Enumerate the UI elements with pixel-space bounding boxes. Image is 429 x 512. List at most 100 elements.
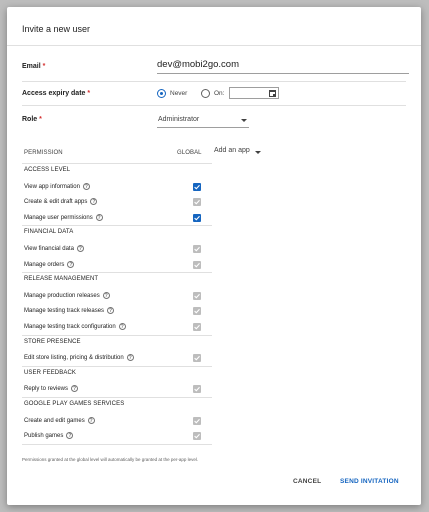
access-expiry-label-text: Access expiry date <box>22 90 86 97</box>
permission-label: Publish games <box>24 433 64 440</box>
permission-row: Manage orders? <box>24 260 75 268</box>
email-label-text: Email <box>22 63 41 70</box>
global-permission-checkbox-disabled <box>193 416 201 425</box>
permission-row: Manage user permissions? <box>24 213 103 221</box>
check-icon <box>194 324 200 330</box>
permission-label: Reply to reviews <box>24 386 69 393</box>
role-label: Role * <box>22 116 42 123</box>
permission-label: View financial data <box>24 246 74 253</box>
global-permission-checkbox-disabled <box>193 291 201 300</box>
required-mark: * <box>39 116 42 123</box>
permission-column-header: PERMISSION <box>24 150 63 156</box>
permission-label: Manage orders <box>24 261 65 268</box>
chevron-down-icon[interactable] <box>255 151 261 154</box>
check-icon <box>194 246 200 252</box>
access-expiry-label: Access expiry date * <box>22 90 90 97</box>
email-field-underline <box>157 73 409 74</box>
permission-label: Edit store listing, pricing & distributi… <box>24 355 124 362</box>
permission-row: Reply to reviews? <box>24 385 79 393</box>
check-icon <box>194 309 200 314</box>
global-permission-checkbox-disabled <box>193 385 201 394</box>
permission-row: Create & edit draft apps? <box>24 198 98 206</box>
table-divider <box>22 365 212 367</box>
title-divider <box>7 45 421 46</box>
check-icon <box>194 215 200 221</box>
radio-never[interactable] <box>157 89 166 98</box>
role-select-underline <box>157 127 249 128</box>
check-icon <box>194 200 200 205</box>
email-label: Email * <box>22 63 45 70</box>
section-title: FINANCIAL DATA <box>24 229 74 236</box>
permission-row: View financial data? <box>24 245 84 252</box>
check-icon <box>194 356 200 361</box>
help-icon[interactable]: ? <box>118 323 126 330</box>
radio-on[interactable] <box>201 89 210 98</box>
check-icon <box>194 434 200 439</box>
help-icon[interactable]: ? <box>102 291 110 299</box>
check-icon <box>194 184 200 190</box>
global-permission-checkbox-disabled <box>193 307 201 316</box>
table-divider <box>22 397 212 398</box>
email-field[interactable]: dev@mobi2go.com <box>157 59 239 70</box>
permission-label: Create & edit draft apps <box>24 199 88 206</box>
table-divider <box>22 225 212 227</box>
section-title: STORE PRESENCE <box>24 338 81 345</box>
table-divider <box>22 334 212 336</box>
permission-row: Manage testing track releases? <box>24 307 115 315</box>
permission-label: Manage testing track configuration <box>24 324 116 331</box>
permission-row: Edit store listing, pricing & distributi… <box>24 354 134 361</box>
expiry-date-input[interactable] <box>229 87 279 99</box>
row-divider <box>22 81 406 82</box>
help-icon[interactable]: ? <box>67 260 75 268</box>
chevron-down-icon[interactable] <box>241 119 247 122</box>
permission-label: Manage production releases <box>24 292 100 299</box>
section-title: RELEASE MANAGEMENT <box>24 276 99 283</box>
global-permission-checkbox-disabled <box>193 260 201 269</box>
global-column-header: GLOBAL <box>177 150 202 156</box>
global-permission-checkbox-disabled <box>193 354 201 363</box>
global-permission-checkbox-disabled <box>193 245 201 253</box>
global-permission-checkbox[interactable] <box>193 182 201 191</box>
row-divider <box>22 105 406 106</box>
help-icon[interactable]: ? <box>126 354 134 362</box>
check-icon <box>194 418 200 424</box>
global-permission-checkbox-disabled <box>193 432 201 441</box>
help-icon[interactable]: ? <box>66 432 74 440</box>
help-icon[interactable]: ? <box>90 198 98 206</box>
calendar-icon[interactable] <box>269 90 276 97</box>
radio-never-label: Never <box>170 90 188 97</box>
permission-row: Publish games? <box>24 432 74 440</box>
global-permission-checkbox[interactable] <box>193 213 201 222</box>
help-icon[interactable]: ? <box>95 213 103 221</box>
role-select[interactable]: Administrator <box>158 116 199 123</box>
section-title: USER FEEDBACK <box>24 369 76 376</box>
help-icon[interactable]: ? <box>76 245 84 252</box>
invite-user-dialog: Invite a new user Email * dev@mobi2go.co… <box>7 7 421 505</box>
table-divider <box>22 443 212 445</box>
global-permission-checkbox-disabled <box>193 323 201 331</box>
help-icon[interactable]: ? <box>71 385 79 393</box>
check-icon <box>194 387 200 392</box>
permission-row: Manage testing track configuration? <box>24 323 126 330</box>
section-title: ACCESS LEVEL <box>24 167 71 173</box>
permissions-footnote: Permissions granted at the global level … <box>22 457 199 462</box>
send-invitation-button[interactable]: SEND INVITATION <box>340 478 399 485</box>
required-mark: * <box>87 90 91 97</box>
add-app-select[interactable]: Add an app <box>214 147 250 154</box>
role-label-text: Role <box>22 116 38 123</box>
global-permission-checkbox-disabled <box>193 198 201 207</box>
help-icon[interactable]: ? <box>107 307 115 315</box>
table-divider <box>22 272 212 274</box>
permission-label: Manage testing track releases <box>24 308 105 315</box>
table-divider <box>22 163 212 164</box>
required-mark: * <box>42 63 46 70</box>
permission-label: View app information <box>24 183 80 190</box>
permission-row: View app information? <box>24 182 90 190</box>
help-icon[interactable]: ? <box>82 182 90 190</box>
section-title: GOOGLE PLAY GAMES SERVICES <box>24 401 125 407</box>
help-icon[interactable]: ? <box>87 416 95 424</box>
check-icon <box>194 293 200 299</box>
cancel-button[interactable]: CANCEL <box>293 478 321 485</box>
check-icon <box>194 262 200 268</box>
radio-on-label: On: <box>214 90 225 97</box>
